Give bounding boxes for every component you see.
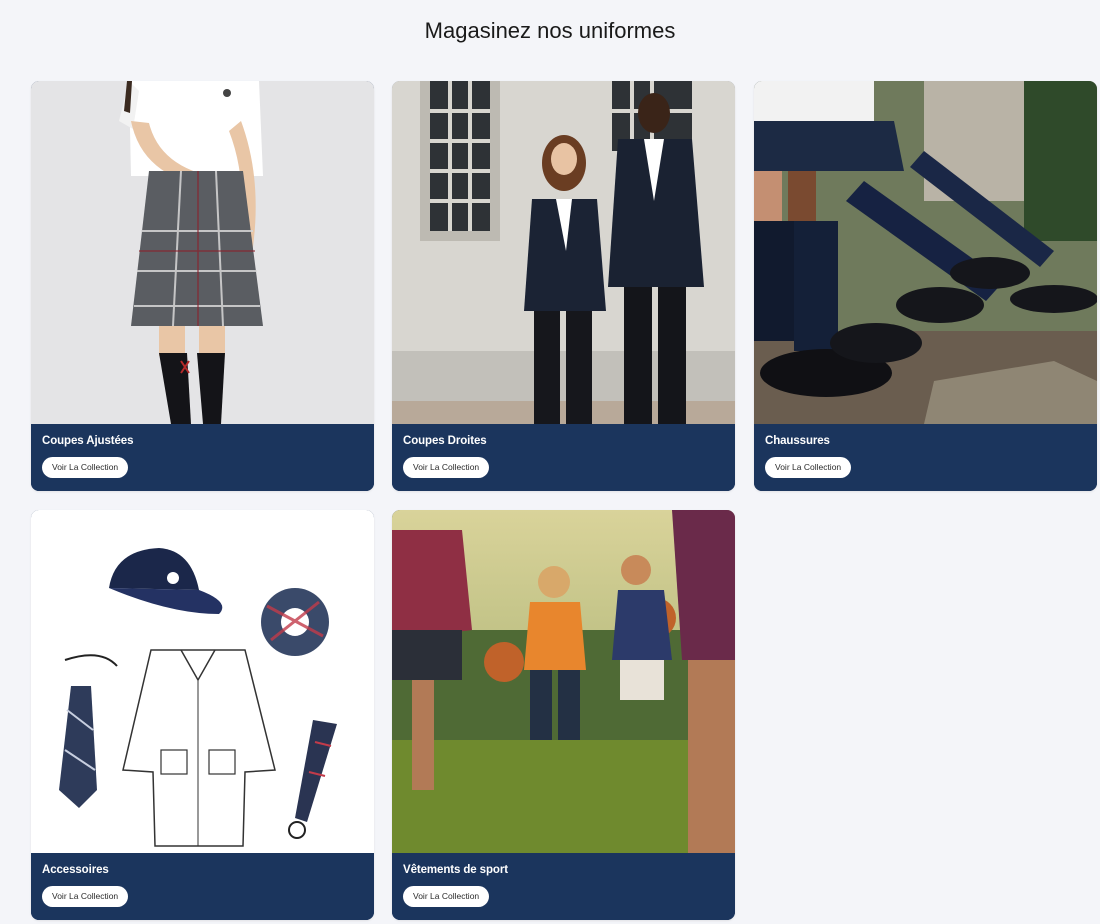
straight-fit-uniform-photo[interactable] [392, 81, 735, 424]
card-footer: Coupes Ajustées Voir La Collection [31, 424, 374, 491]
category-card-vetements-de-sport[interactable]: Vêtements de sport Voir La Collection [392, 510, 735, 920]
view-collection-button[interactable]: Voir La Collection [765, 457, 852, 478]
category-title: Accessoires [42, 864, 109, 876]
category-title: Chaussures [765, 435, 830, 447]
view-collection-button[interactable]: Voir La Collection [403, 457, 490, 478]
page-title: Magasinez nos uniformes [424, 18, 676, 43]
shoes-photo[interactable] [754, 81, 1097, 424]
sportswear-photo[interactable] [392, 510, 735, 853]
category-card-coupes-ajustees[interactable]: Coupes Ajustées Voir La Collection [31, 81, 374, 491]
category-card-chaussures[interactable]: Chaussures Voir La Collection [754, 81, 1097, 491]
view-collection-button[interactable]: Voir La Collection [42, 886, 129, 907]
category-title: Coupes Droites [403, 435, 487, 447]
category-title: Coupes Ajustées [42, 435, 134, 447]
fitted-uniform-photo[interactable] [31, 81, 374, 424]
card-footer: Vêtements de sport Voir La Collection [392, 853, 735, 920]
card-footer: Coupes Droites Voir La Collection [392, 424, 735, 491]
category-title: Vêtements de sport [403, 864, 508, 876]
category-card-accessoires[interactable]: Accessoires Voir La Collection [31, 510, 374, 920]
view-collection-button[interactable]: Voir La Collection [403, 886, 490, 907]
category-card-coupes-droites[interactable]: Coupes Droites Voir La Collection [392, 81, 735, 491]
view-collection-button[interactable]: Voir La Collection [42, 457, 129, 478]
card-footer: Accessoires Voir La Collection [31, 853, 374, 920]
accessories-illustration[interactable] [31, 510, 374, 853]
card-footer: Chaussures Voir La Collection [754, 424, 1097, 491]
